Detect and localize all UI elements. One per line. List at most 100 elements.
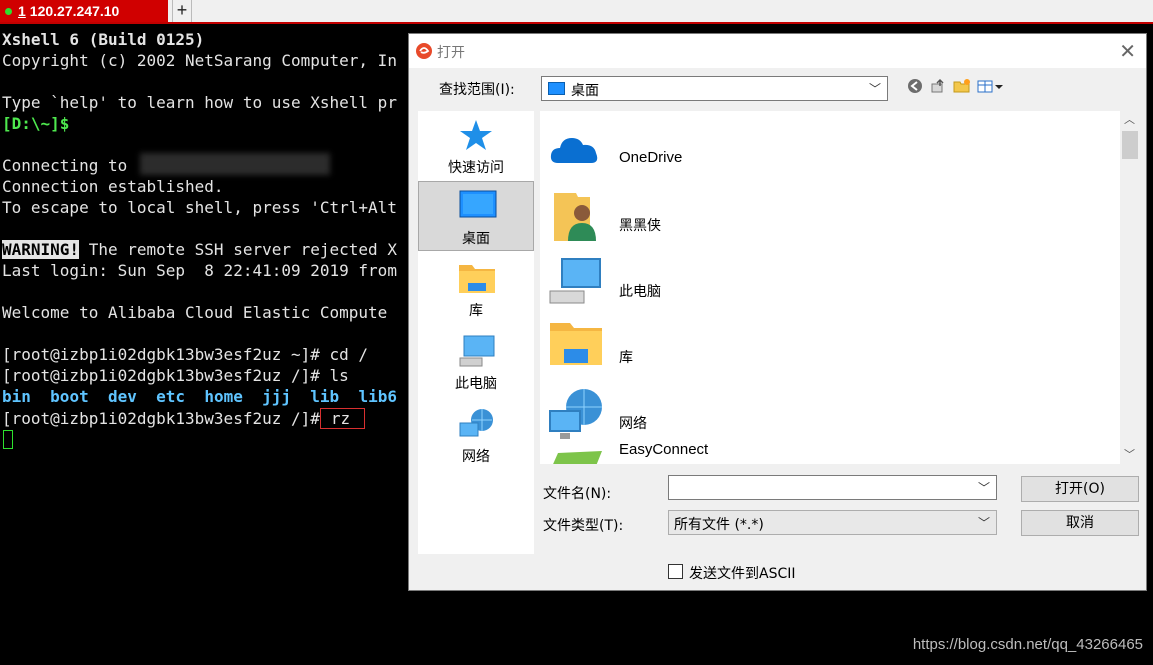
new-tab-button[interactable]: + — [172, 0, 192, 22]
ls-item: jjj — [262, 387, 292, 406]
tab-number: 1 — [18, 3, 26, 19]
dialog-title: 打开 — [437, 45, 465, 61]
up-folder-button[interactable] — [927, 78, 949, 98]
place-library[interactable]: 库 — [418, 254, 534, 324]
place-label: 桌面 — [462, 231, 490, 247]
place-label: 网络 — [462, 449, 490, 465]
user-folder-icon — [554, 193, 596, 241]
filename-label: 文件名(N): — [543, 486, 612, 502]
tab-host: 120.27.247.10 — [29, 3, 120, 19]
scroll-thumb[interactable] — [1122, 131, 1138, 159]
filetype-label: 文件类型(T): — [543, 518, 624, 534]
place-label: 库 — [469, 303, 483, 319]
session-tab[interactable]: 1 120.27.247.10 — [0, 0, 168, 22]
place-label: 此电脑 — [455, 376, 497, 392]
ls-item: etc — [156, 387, 186, 406]
file-list-scrollbar[interactable]: ︿ ﹀ — [1120, 111, 1139, 464]
computer-icon — [549, 258, 601, 304]
open-button[interactable]: 打开(O) — [1021, 476, 1139, 502]
file-name: 黑黑侠 — [619, 218, 661, 234]
terminal-warning-line: WARNING! The remote SSH server rejected … — [2, 239, 397, 260]
desktop-icon — [459, 190, 497, 218]
place-label: 快速访问 — [448, 160, 504, 176]
scroll-down-icon[interactable]: ﹀ — [1120, 446, 1139, 464]
terminal-line: [root@izbp1i02dgbk13bw3esf2uz ~]# cd / — [2, 345, 369, 364]
ascii-label: 发送文件到ASCII — [689, 566, 796, 582]
onedrive-icon — [550, 138, 598, 163]
places-bar: 快速访问 桌面 库 此电脑 网络 — [418, 111, 534, 554]
filetype-value: 所有文件 (*.*) — [674, 517, 764, 533]
filetype-dropdown[interactable]: 所有文件 (*.*) ﹀ — [668, 510, 997, 535]
file-item-onedrive[interactable]: OneDrive — [548, 121, 1108, 181]
close-icon[interactable]: ✕ — [1119, 39, 1136, 63]
chevron-down-icon: ﹀ — [868, 82, 881, 96]
watermark: https://blog.csdn.net/qq_43266465 — [912, 636, 1143, 653]
terminal-line: Copyright (c) 2002 NetSarang Computer, I… — [2, 51, 397, 70]
back-button[interactable] — [904, 78, 926, 98]
new-folder-icon — [953, 79, 970, 93]
place-network[interactable]: 网络 — [418, 400, 534, 470]
ls-output: bin boot dev etc home jjj lib lib6 — [2, 386, 397, 407]
terminal-line: Welcome to Alibaba Cloud Elastic Compute — [2, 303, 388, 322]
terminal-line: Xshell 6 (Build 0125) — [2, 30, 205, 49]
terminal-line: Connecting to — [2, 156, 128, 175]
warning-tag: WARNING! — [2, 240, 80, 259]
connected-status-icon — [5, 7, 12, 15]
library-icon — [459, 265, 495, 293]
open-file-dialog: 打开 ✕ 查找范围(I): 桌面 ﹀ 快速访问 桌面 库 此电脑 网络 OneD… — [408, 33, 1147, 591]
rz-command-highlight: rz — [319, 408, 366, 429]
place-desktop[interactable]: 桌面 — [418, 181, 534, 251]
view-menu-button[interactable] — [975, 78, 1005, 98]
place-this-pc[interactable]: 此电脑 — [418, 327, 534, 397]
shortcut-icon — [553, 451, 602, 464]
warning-text: The remote SSH server rejected X — [79, 240, 397, 259]
terminal-line: [root@izbp1i02dgbk13bw3esf2uz /]# ls — [2, 366, 349, 385]
up-folder-icon — [931, 78, 944, 93]
back-arrow-icon — [908, 79, 922, 93]
terminal-local-prompt: [D:\~]$ — [2, 114, 70, 133]
ls-item: lib6 — [358, 387, 397, 406]
file-name: 库 — [619, 350, 633, 366]
redacted-host — [140, 153, 330, 175]
computer-icon — [459, 335, 495, 367]
file-name: OneDrive — [619, 149, 683, 166]
lookin-value: 桌面 — [571, 83, 599, 99]
scroll-up-icon[interactable]: ︿ — [1120, 111, 1139, 129]
chevron-down-icon: ﹀ — [977, 516, 990, 530]
network-icon — [459, 409, 493, 437]
file-list[interactable]: OneDrive 黑黑侠 此电脑 库 网络 EasyConnect ︿ ﹀ — [540, 111, 1139, 464]
tab-bar: 1 120.27.247.10 + — [0, 0, 1153, 24]
ascii-checkbox[interactable] — [668, 564, 683, 579]
view-grid-icon — [977, 80, 1003, 93]
lookin-dropdown[interactable]: 桌面 ﹀ — [541, 76, 888, 101]
terminal-cursor — [3, 430, 13, 449]
terminal-line: Last login: Sun Sep 8 22:41:09 2019 from — [2, 261, 397, 280]
terminal-line: Connection established. — [2, 177, 224, 196]
terminal-prompt: [root@izbp1i02dgbk13bw3esf2uz /]# — [2, 409, 320, 428]
new-folder-button[interactable] — [951, 78, 973, 98]
ls-item: bin — [2, 387, 31, 406]
dialog-titlebar[interactable]: 打开 ✕ — [409, 34, 1146, 68]
file-item-library[interactable]: 库 — [548, 319, 1108, 379]
lookin-label: 查找范围(I): — [439, 82, 515, 98]
file-item-user-folder[interactable]: 黑黑侠 — [548, 187, 1108, 247]
filename-input[interactable]: ﹀ — [668, 475, 997, 500]
library-icon — [550, 323, 602, 365]
ls-item: home — [204, 387, 243, 406]
ls-item: lib — [310, 387, 340, 406]
place-quick-access[interactable]: 快速访问 — [418, 111, 534, 181]
ls-item: dev — [107, 387, 137, 406]
cancel-button[interactable]: 取消 — [1021, 510, 1139, 536]
file-name: 网络 — [619, 416, 647, 432]
chevron-down-icon[interactable]: ﹀ — [978, 479, 990, 496]
file-name: EasyConnect — [619, 441, 709, 458]
xshell-app-icon — [416, 43, 432, 59]
terminal-rz-line: [root@izbp1i02dgbk13bw3esf2uz /]# rz — [2, 408, 366, 429]
file-name: 此电脑 — [619, 284, 661, 300]
file-item-this-pc[interactable]: 此电脑 — [548, 253, 1108, 313]
ls-item: boot — [50, 387, 89, 406]
desktop-icon — [548, 82, 565, 95]
file-item-easyconnect[interactable]: EasyConnect — [548, 431, 1108, 464]
terminal-line: Type `help' to learn how to use Xshell p… — [2, 93, 397, 112]
star-icon — [460, 120, 492, 150]
